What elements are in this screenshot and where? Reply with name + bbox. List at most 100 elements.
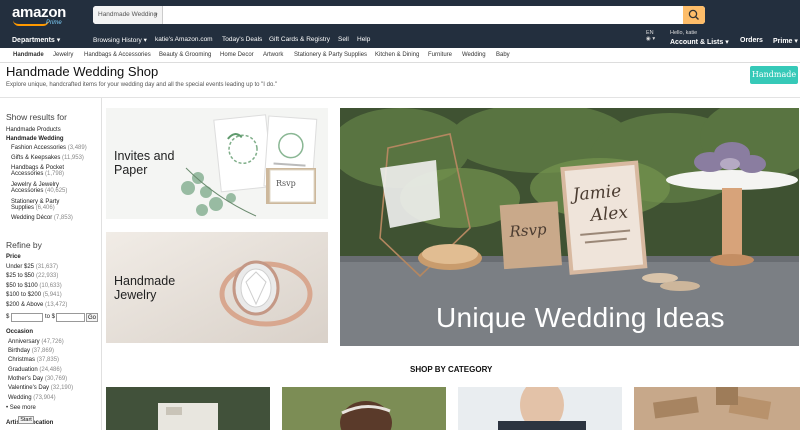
subnav-baby[interactable]: Baby <box>496 52 510 58</box>
subnav-wedding[interactable]: Wedding <box>462 52 486 58</box>
search-button[interactable] <box>683 6 705 24</box>
tile-jewelry-label: Handmade Jewelry <box>114 274 175 302</box>
category-fashion-accessories[interactable]: Fashion Accessories (3,489) <box>11 145 87 151</box>
occasion-graduation[interactable]: Graduation (24,486) <box>8 367 62 373</box>
price-25-50[interactable]: $25 to $50 (22,933) <box>6 273 58 279</box>
sidebar-link-handmade-products[interactable]: Handmade Products <box>6 127 61 133</box>
price-count: (13,472) <box>45 302 68 308</box>
category-label: Gifts & Keepsakes <box>11 155 61 161</box>
price-under-25[interactable]: Under $25 (31,637) <box>6 264 58 270</box>
tile-invites-and-paper[interactable]: Rsvp Invites and Paper <box>106 108 328 219</box>
occasion-mothers-day[interactable]: Mother's Day (30,769) <box>8 376 67 382</box>
occasion-wedding[interactable]: Wedding (73,904) <box>8 395 56 401</box>
search-input[interactable] <box>164 6 683 24</box>
category-handbags[interactable]: Handbags & Pocket Accessories (1,798) <box>11 165 64 177</box>
price-go-button[interactable]: Go <box>86 313 98 322</box>
greeting: Hello, katie <box>670 30 698 36</box>
handmade-subnav: Handmade Jewelry Handbags & Accessories … <box>0 48 800 63</box>
category-count: (40,625) <box>45 188 68 194</box>
main-nav: Departments ▾ Browsing History ▾ katie's… <box>0 28 800 48</box>
search-bar: Handmade Wedding ▾ <box>93 6 705 24</box>
search-department-select[interactable]: Handmade Wedding ▾ <box>93 6 163 24</box>
account-label: Account & Lists <box>670 39 724 46</box>
price-max-label: to $ <box>45 314 56 320</box>
category-tile[interactable] <box>634 387 800 430</box>
occasion-count: (30,769) <box>44 376 68 382</box>
occasion-count: (37,869) <box>31 348 55 354</box>
category-tile[interactable] <box>282 387 446 430</box>
tile-invites-label: Invites and Paper <box>114 149 174 177</box>
nav-katies-amazon[interactable]: katie's Amazon.com <box>155 36 213 43</box>
subnav-home-decor[interactable]: Home Decor <box>220 52 254 58</box>
nav-sell[interactable]: Sell <box>338 36 349 43</box>
search-department-label: Handmade Wedding <box>98 11 158 18</box>
amazon-logo[interactable]: amazon Prime <box>12 4 67 26</box>
tile-unique-wedding-ideas[interactable]: Rsvp Jamie Alex Unique Wedding Ideas <box>340 108 799 346</box>
price-100-200[interactable]: $100 to $200 (5,941) <box>6 292 62 298</box>
subnav-jewelry[interactable]: Jewelry <box>53 52 73 58</box>
hero-rsvp-text: Rsvp <box>508 220 548 241</box>
divider <box>0 97 800 98</box>
page-subtitle: Explore unique, handcrafted items for yo… <box>6 82 278 88</box>
category-tile[interactable] <box>106 387 270 430</box>
occasion-see-more[interactable]: • See more <box>6 405 36 411</box>
price-count: (5,941) <box>42 292 62 298</box>
category-jewelry[interactable]: Jewelry & Jewelry Accessories (40,625) <box>11 182 67 194</box>
category-count: (3,489) <box>67 145 87 151</box>
occasion-christmas[interactable]: Christmas (37,835) <box>8 357 59 363</box>
subnav-furniture[interactable]: Furniture <box>428 52 452 58</box>
show-results-heading: Show results for <box>6 112 67 122</box>
sidebar-link-handmade-wedding[interactable]: Handmade Wedding <box>6 136 64 142</box>
category-photo-groom <box>458 387 622 430</box>
subnav-handmade[interactable]: Handmade <box>13 52 44 58</box>
nav-gift-cards[interactable]: Gift Cards & Registry <box>269 36 330 43</box>
occasion-count: (47,726) <box>41 339 64 345</box>
category-count: (11,953) <box>62 155 84 161</box>
price-50-100[interactable]: $50 to $100 (10,633) <box>6 283 62 289</box>
shop-by-category-heading: SHOP BY CATEGORY <box>410 365 493 374</box>
handmade-brand-badge[interactable]: Handmade <box>750 66 798 84</box>
price-min-input[interactable] <box>11 313 43 322</box>
occasion-label: Anniversary <box>8 339 40 345</box>
globe-icon: ◉ ▾ <box>646 36 656 42</box>
occasion-count: (32,190) <box>50 385 74 391</box>
category-label-line2: Supplies <box>11 205 35 211</box>
nav-todays-deals[interactable]: Today's Deals <box>222 36 262 43</box>
language-selector[interactable]: EN ◉ ▾ <box>646 30 655 42</box>
prime-menu[interactable]: Prime ▾ <box>773 37 798 45</box>
subnav-beauty[interactable]: Beauty & Grooming <box>159 52 211 58</box>
category-tile[interactable] <box>458 387 622 430</box>
page-title: Handmade Wedding Shop <box>6 64 159 79</box>
subnav-artwork[interactable]: Artwork <box>263 52 283 58</box>
occasion-valentines-day[interactable]: Valentine's Day (32,190) <box>8 385 73 391</box>
category-count: (6,406) <box>35 205 55 211</box>
category-wedding-decor[interactable]: Wedding Décor (7,853) <box>11 215 73 221</box>
subnav-kitchen[interactable]: Kitchen & Dining <box>375 52 419 58</box>
subnav-stationery[interactable]: Stationery & Party Supplies <box>294 52 367 58</box>
price-200-above[interactable]: $200 & Above (13,472) <box>6 302 67 308</box>
nav-browsing-history[interactable]: Browsing History ▾ <box>93 36 147 44</box>
departments-menu[interactable]: Departments ▾ <box>12 36 60 44</box>
logo-prime: Prime <box>46 20 62 26</box>
nav-link-label: Browsing History <box>93 37 142 44</box>
category-label: Fashion Accessories <box>11 145 67 151</box>
category-label: Wedding Décor <box>11 215 53 221</box>
subnav-handbags[interactable]: Handbags & Accessories <box>84 52 151 58</box>
occasion-anniversary[interactable]: Anniversary (47,726) <box>8 339 64 345</box>
category-photo-signs <box>634 387 800 430</box>
start-button[interactable]: Start <box>18 416 34 424</box>
category-stationery[interactable]: Stationery & Party Supplies (6,406) <box>11 199 59 211</box>
tile-jewelry-line2: Jewelry <box>114 288 157 302</box>
price-max-input[interactable] <box>56 313 85 322</box>
tile-jewelry-line1: Handmade <box>114 274 176 288</box>
category-count: (7,853) <box>53 215 73 221</box>
occasion-birthday[interactable]: Birthday (37,869) <box>8 348 54 354</box>
nav-help[interactable]: Help <box>357 36 370 43</box>
price-label: $100 to $200 <box>6 292 42 298</box>
logo-text: amazon <box>12 4 67 21</box>
account-lists-menu[interactable]: Account & Lists ▾ <box>670 38 729 46</box>
category-gifts-keepsakes[interactable]: Gifts & Keepsakes (11,953) <box>11 155 84 161</box>
tile-handmade-jewelry[interactable]: Handmade Jewelry <box>106 232 328 343</box>
rsvp-card-text: Rsvp <box>276 179 296 188</box>
orders-link[interactable]: Orders <box>740 37 763 44</box>
